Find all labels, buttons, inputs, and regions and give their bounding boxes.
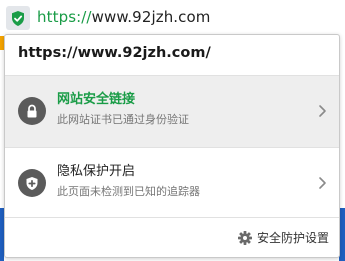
shield-check-icon — [12, 10, 24, 26]
chevron-right-icon — [319, 105, 326, 117]
url-host: www.92jzh.com — [91, 8, 211, 26]
lock-icon — [18, 97, 46, 125]
popup-url: https://www.92jzh.com/ — [18, 45, 211, 61]
security-settings-label: 安全防护设置 — [256, 231, 329, 245]
secure-connection-title: 网站安全链接 — [57, 92, 136, 107]
address-bar: https://www.92jzh.com — [0, 0, 345, 34]
privacy-subtitle: 此页面未检测到已知的追踪器 — [57, 185, 200, 198]
secure-connection-subtitle: 此网站证书已通过身份验证 — [57, 113, 189, 126]
site-info-popup: https://www.92jzh.com/ 网站安全链接 此网站证书已通过身份… — [4, 34, 340, 258]
security-settings-button[interactable]: 安全防护设置 — [237, 230, 329, 246]
address-url[interactable]: https://www.92jzh.com — [37, 8, 211, 26]
secure-connection-item[interactable]: 网站安全链接 此网站证书已通过身份验证 — [5, 76, 339, 147]
gear-icon — [237, 231, 252, 245]
site-security-button[interactable] — [6, 6, 30, 30]
privacy-protection-item[interactable]: 隐私保护开启 此页面未检测到已知的追踪器 — [5, 148, 339, 217]
chevron-right-icon — [319, 177, 326, 189]
url-scheme: https:// — [37, 8, 92, 26]
privacy-title: 隐私保护开启 — [57, 164, 136, 179]
shield-plus-icon — [18, 169, 46, 197]
divider — [5, 217, 339, 218]
